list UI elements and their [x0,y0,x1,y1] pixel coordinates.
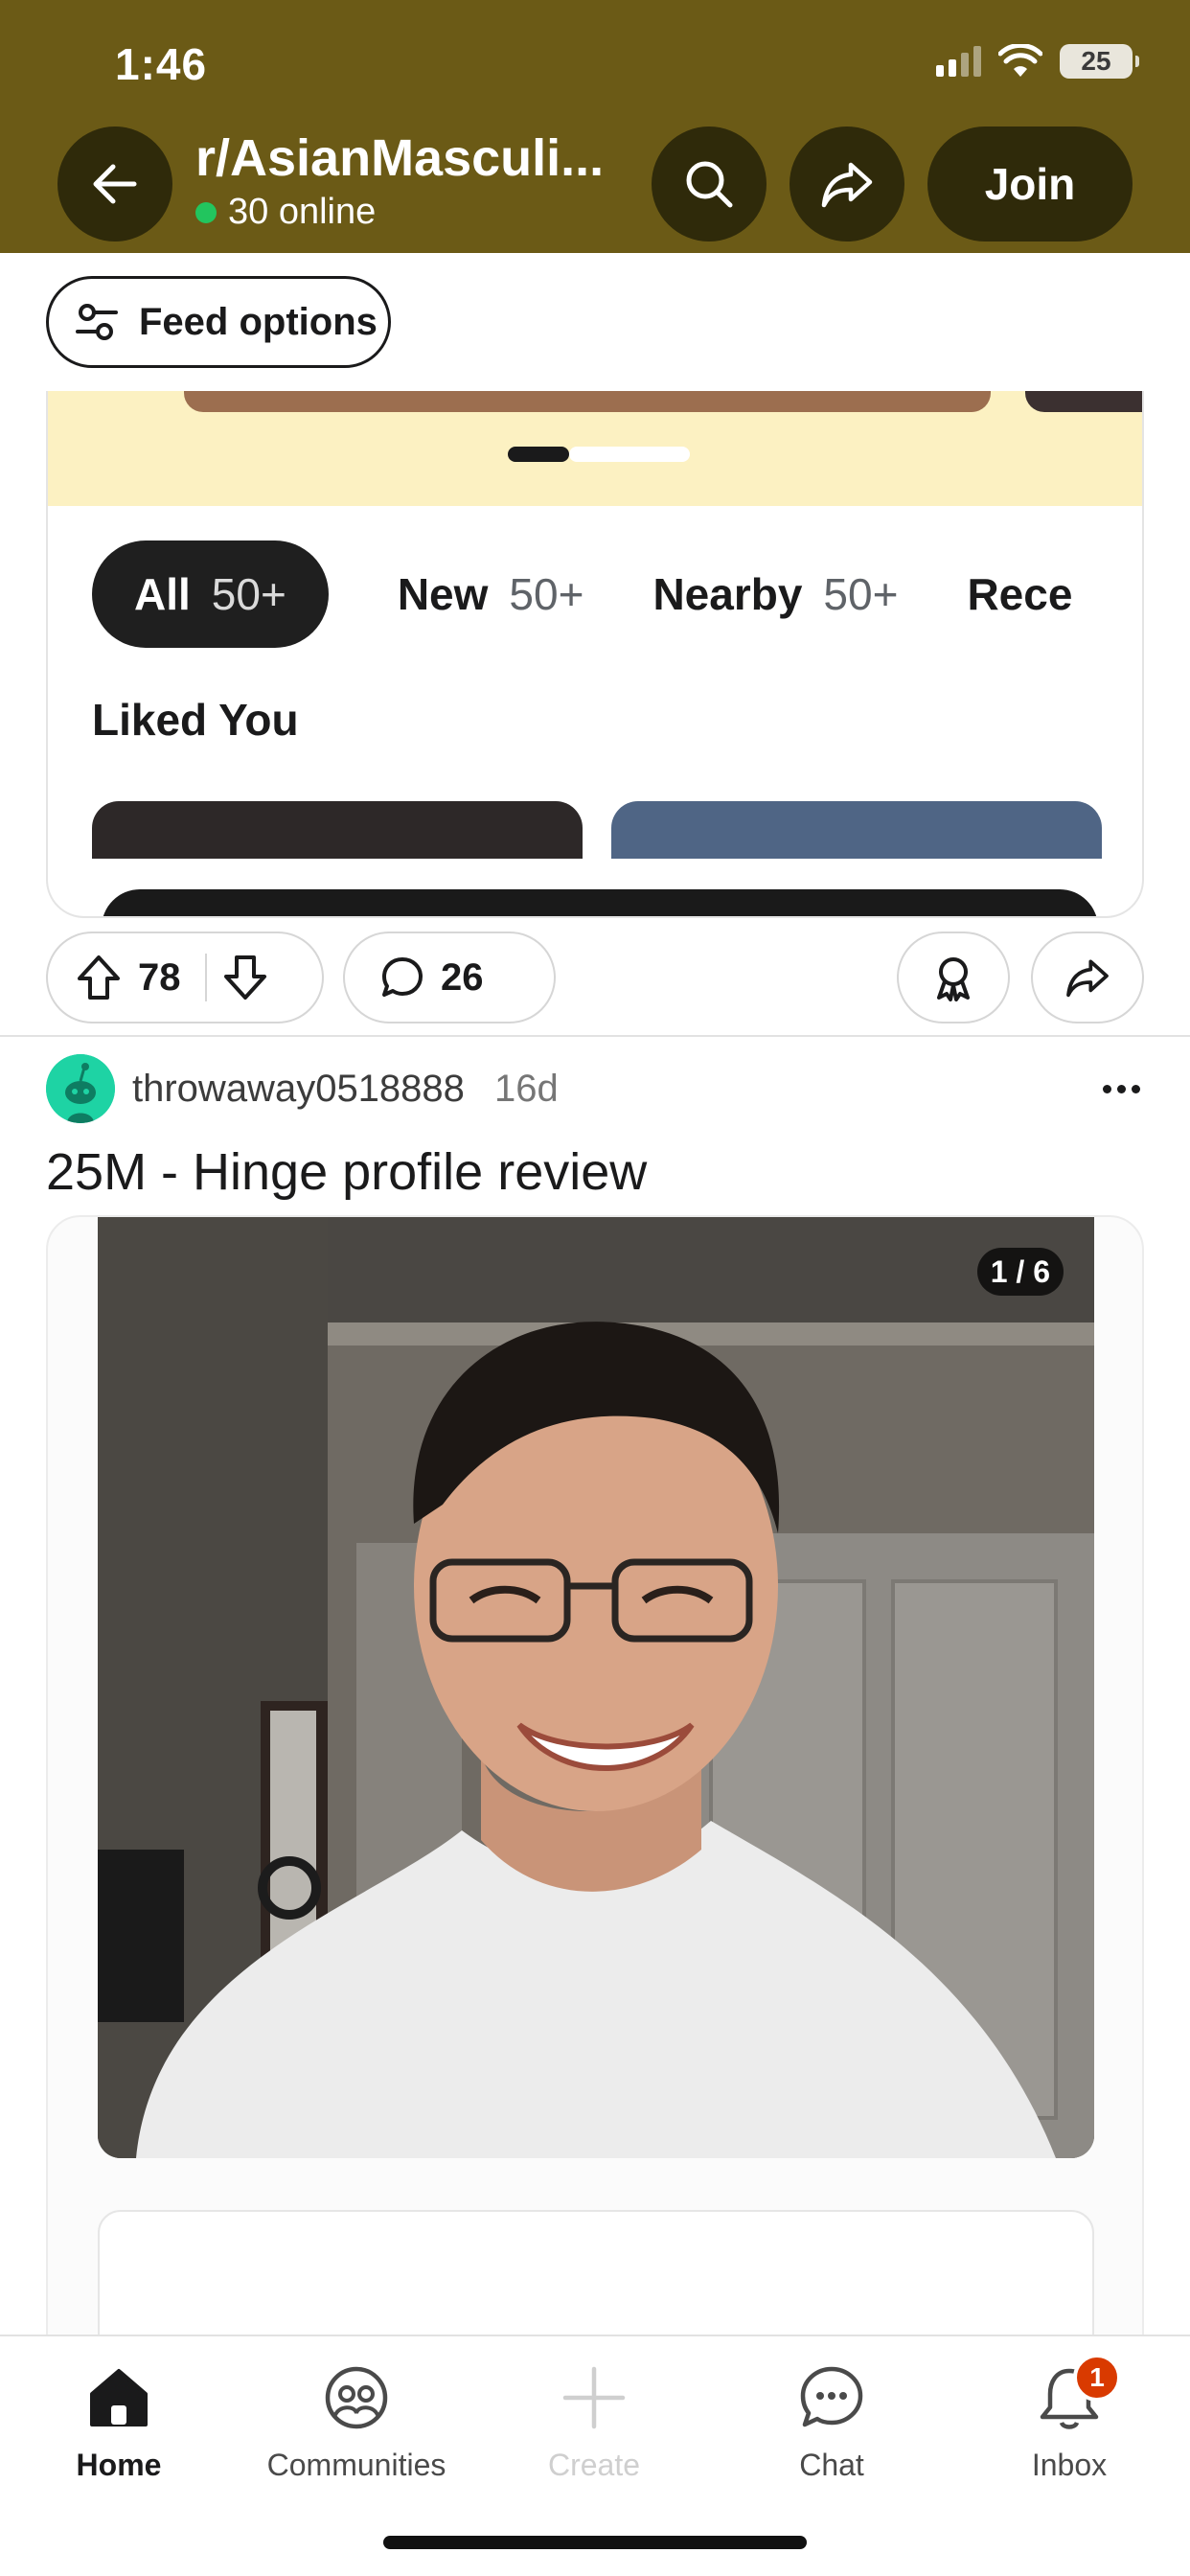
share-community-button[interactable] [790,126,904,242]
community-header: 1:46 25 r/AsianMasculi... 30 online Join [0,0,1190,253]
nav-home[interactable]: Home [23,2359,215,2483]
search-button[interactable] [652,126,767,242]
filter-chip-count: 50+ [211,569,286,619]
more-options-button[interactable] [1096,1066,1146,1112]
filter-chip-label: All [134,569,191,619]
battery-level: 25 [1081,46,1111,76]
join-button[interactable]: Join [927,126,1133,242]
previous-post-media[interactable]: All 50+ New 50+ Nearby 50+ Rece Liked Yo… [46,391,1144,918]
plus-icon [556,2359,632,2436]
comments-button[interactable]: 26 [343,932,556,1024]
online-indicator: 30 online [195,192,376,233]
more-dot-icon [1102,1084,1111,1093]
filter-chip-label: Rece [967,569,1073,619]
home-icon [80,2359,157,2436]
sliders-icon [76,304,118,340]
more-dot-icon [1131,1084,1140,1093]
liked-profile-thumbnail [92,801,583,859]
filter-chip-count: 50+ [823,569,899,619]
comment-count: 26 [441,955,484,999]
downvote-arrow-icon [224,955,266,1000]
community-name[interactable]: r/AsianMasculi... [195,128,604,188]
gallery-image-edge [184,391,991,412]
search-icon [686,161,733,208]
nav-chat-label: Chat [799,2448,864,2482]
post-age: 16d [494,1068,559,1110]
post-photo[interactable]: 1 / 6 [98,1217,1094,2158]
liked-you-heading: Liked You [92,695,299,745]
preview-bottom-bar [102,889,1098,916]
selfie-photo-image [98,1217,1094,2158]
arrow-left-icon [93,164,137,204]
nav-inbox-label: Inbox [1031,2448,1108,2482]
filter-chip-label: Nearby [652,569,803,619]
cellular-signal-icon [936,46,981,77]
online-count: 30 online [228,192,377,232]
nav-create-label: Create [547,2448,641,2482]
liked-profile-thumbnail [611,801,1102,859]
gallery-image-edge-next [1025,391,1142,412]
battery-icon: 25 [1060,44,1139,79]
filter-chip-count: 50+ [509,569,584,619]
downvote-button[interactable] [207,933,284,1022]
filter-chip-new[interactable]: New 50+ [398,540,584,648]
nav-create[interactable]: Create [498,2359,690,2483]
snoo-avatar-icon [46,1054,115,1123]
nav-chat[interactable]: Chat [736,2359,927,2483]
filter-chip-nearby[interactable]: Nearby 50+ [652,540,898,648]
image-counter-badge: 1 / 6 [976,1248,1064,1296]
home-indicator[interactable] [383,2536,807,2549]
back-button[interactable] [57,126,172,242]
post-title[interactable]: 25M - Hinge profile review [46,1142,647,1202]
share-post-button[interactable] [1031,932,1144,1024]
online-dot-icon [195,201,217,223]
chat-icon [793,2359,870,2436]
comment-bubble-icon [382,957,423,997]
avatar[interactable] [46,1054,115,1123]
feed-options-button[interactable]: Feed options [46,276,391,368]
filter-chip-label: New [397,569,489,619]
vote-control: 78 [46,932,324,1024]
nav-communities-label: Communities [266,2448,446,2482]
upvote-button[interactable] [48,933,123,1022]
filter-chip-all[interactable]: All 50+ [92,540,329,648]
wifi-icon [998,44,1042,77]
post-author[interactable]: throwaway0518888 [132,1068,465,1111]
post-action-bar: 78 26 [46,932,1144,1024]
more-dot-icon [1116,1084,1126,1093]
communities-icon [318,2359,395,2436]
award-ribbon-icon [937,957,970,1001]
nav-communities[interactable]: Communities [261,2359,452,2483]
nav-inbox[interactable]: 1 Inbox [973,2354,1165,2483]
filter-chips: All 50+ New 50+ Nearby 50+ Rece [92,540,1141,648]
filter-chip-recent[interactable]: Rece [967,540,1072,648]
share-arrow-icon [1066,959,1109,998]
status-time: 1:46 [115,39,208,89]
status-icons: 25 [936,44,1139,79]
upvote-arrow-icon [78,955,120,1000]
inbox-notification-badge: 1 [1073,2354,1121,2402]
nav-home-label: Home [76,2448,162,2482]
post-divider [0,1035,1190,1037]
gallery-page-indicator [508,447,690,462]
bell-icon: 1 [1031,2354,1121,2436]
share-arrow-icon [821,162,873,208]
upvote-count: 78 [138,955,181,999]
gallery-background [48,391,1142,506]
feed-options-label: Feed options [139,300,378,343]
award-button[interactable] [897,932,1010,1024]
